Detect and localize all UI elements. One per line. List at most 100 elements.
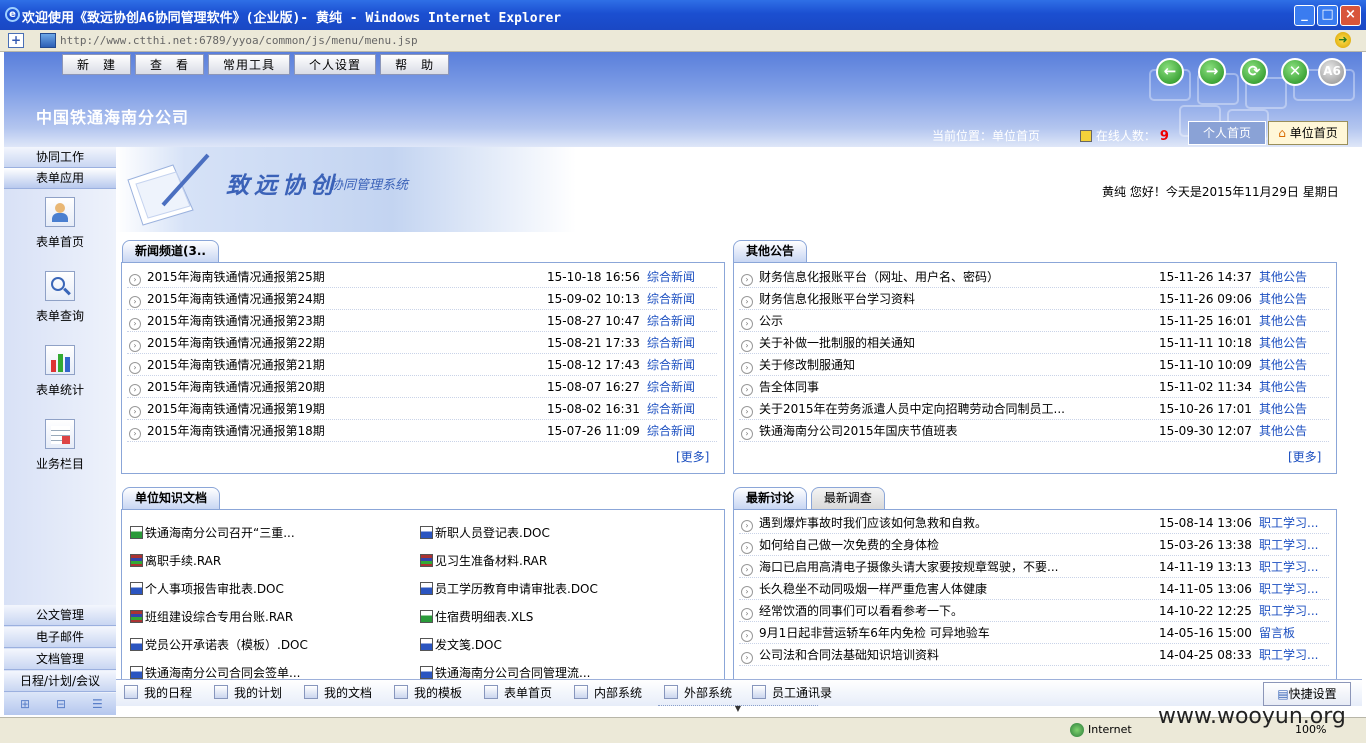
sidebar-item-business-column[interactable]: 业务栏目 bbox=[20, 419, 100, 472]
news-tab[interactable]: 新闻频道(3.. bbox=[122, 240, 219, 262]
shortcut-internal-system[interactable]: 内部系统 bbox=[574, 684, 642, 701]
item-category[interactable]: 综合新闻 bbox=[647, 354, 695, 376]
list-item[interactable]: › 2015年海南铁通情况通报第20期 15-08-07 16:27 综合新闻 bbox=[127, 376, 717, 398]
shortcut-my-plan[interactable]: 我的计划 bbox=[214, 684, 282, 701]
item-title[interactable]: 2015年海南铁通情况通报第20期 bbox=[147, 376, 325, 398]
item-title[interactable]: 如何给自己做一次免费的全身体检 bbox=[759, 534, 939, 556]
minimize-button[interactable]: _ bbox=[1294, 5, 1315, 26]
doc-name[interactable]: 发文笺.DOC bbox=[435, 638, 502, 652]
item-title[interactable]: 长久稳坐不动同吸烟一样严重危害人体健康 bbox=[759, 578, 987, 600]
item-title[interactable]: 公示 bbox=[759, 310, 783, 332]
sidebar-item-form-home[interactable]: 表单首页 bbox=[20, 197, 100, 250]
unit-home-tab[interactable]: ⌂ 单位首页 bbox=[1268, 121, 1348, 145]
doc-item[interactable]: 个人事项报告审批表.DOC bbox=[130, 580, 284, 597]
item-title[interactable]: 2015年海南铁通情况通报第21期 bbox=[147, 354, 325, 376]
sidebar-section-official-docs[interactable]: 公文管理 bbox=[4, 605, 116, 626]
doc-item[interactable]: 铁通海南分公司召开“三重... bbox=[130, 524, 295, 541]
list-item[interactable]: › 公示 15-11-25 16:01 其他公告 bbox=[739, 310, 1329, 332]
item-title[interactable]: 2015年海南铁通情况通报第24期 bbox=[147, 288, 325, 310]
speaker-icon[interactable] bbox=[1080, 130, 1092, 142]
list-item[interactable]: › 2015年海南铁通情况通报第25期 15-10-18 16:56 综合新闻 bbox=[127, 266, 717, 288]
latest-survey-tab[interactable]: 最新调查 bbox=[810, 487, 885, 509]
list-item[interactable]: › 2015年海南铁通情况通报第19期 15-08-02 16:31 综合新闻 bbox=[127, 398, 717, 420]
doc-name[interactable]: 铁通海南分公司合同管理流... bbox=[435, 666, 590, 680]
item-title[interactable]: 遇到爆炸事故时我们应该如何急救和自救。 bbox=[759, 512, 987, 534]
doc-name[interactable]: 党员公开承诺表（模板）.DOC bbox=[145, 638, 308, 652]
news-more-link[interactable]: [更多] bbox=[676, 448, 709, 465]
doc-item[interactable]: 离职手续.RAR bbox=[130, 552, 221, 569]
item-title[interactable]: 财务信息化报账平台（网址、用户名、密码） bbox=[759, 266, 999, 288]
list-item[interactable]: › 告全体同事 15-11-02 11:34 其他公告 bbox=[739, 376, 1329, 398]
shortcut-my-docs[interactable]: 我的文档 bbox=[304, 684, 372, 701]
item-category[interactable]: 职工学习... bbox=[1259, 512, 1318, 534]
item-title[interactable]: 公司法和合同法基础知识培训资料 bbox=[759, 644, 939, 666]
list-item[interactable]: › 关于修改制服通知 15-11-10 10:09 其他公告 bbox=[739, 354, 1329, 376]
add-favorite-icon[interactable]: + bbox=[8, 33, 24, 48]
item-title[interactable]: 2015年海南铁通情况通报第18期 bbox=[147, 420, 325, 442]
doc-item[interactable]: 见习生准备材料.RAR bbox=[420, 552, 547, 569]
item-title[interactable]: 海口已启用高清电子摄像头请大家要按规章驾驶，不要... bbox=[759, 556, 1058, 578]
item-title[interactable]: 2015年海南铁通情况通报第25期 bbox=[147, 266, 325, 288]
list-item[interactable]: › 海口已启用高清电子摄像头请大家要按规章驾驶，不要... 14-11-19 13:… bbox=[739, 556, 1329, 578]
doc-item[interactable]: 新职人员登记表.DOC bbox=[420, 524, 550, 541]
close-circle-icon[interactable]: ✕ bbox=[1281, 58, 1309, 86]
sidebar-section-schedule[interactable]: 日程/计划/会议 bbox=[4, 671, 116, 692]
shortcut-my-schedule[interactable]: 我的日程 bbox=[124, 684, 192, 701]
list-item[interactable]: › 关于补做一批制服的相关通知 15-11-11 10:18 其他公告 bbox=[739, 332, 1329, 354]
list-item[interactable]: › 经常饮酒的同事们可以看看参考一下。 14-10-22 12:25 职工学习... bbox=[739, 600, 1329, 622]
notices-more-link[interactable]: [更多] bbox=[1288, 448, 1321, 465]
collapse-icon[interactable]: ⊟ bbox=[56, 697, 66, 711]
list-item[interactable]: › 9月1日起非营运轿车6年内免检 可异地验车 14-05-16 15:00 留言板 bbox=[739, 622, 1329, 644]
list-item[interactable]: › 铁通海南分公司2015年国庆节值班表 15-09-30 12:07 其他公告 bbox=[739, 420, 1329, 442]
sidebar-section-doc-management[interactable]: 文档管理 bbox=[4, 649, 116, 670]
item-category[interactable]: 其他公告 bbox=[1259, 376, 1307, 398]
menu-personal-settings[interactable]: 个人设置 bbox=[294, 54, 377, 75]
a6-logo-icon[interactable]: A6 bbox=[1318, 58, 1346, 86]
shortcut-form-home[interactable]: 表单首页 bbox=[484, 684, 552, 701]
menu-view[interactable]: 查 看 bbox=[135, 54, 205, 75]
item-category[interactable]: 综合新闻 bbox=[647, 420, 695, 442]
doc-name[interactable]: 铁通海南分公司合同会签单... bbox=[145, 666, 300, 680]
item-category[interactable]: 综合新闻 bbox=[647, 310, 695, 332]
item-title[interactable]: 告全体同事 bbox=[759, 376, 819, 398]
doc-item[interactable]: 住宿费明细表.XLS bbox=[420, 608, 533, 625]
doc-item[interactable]: 党员公开承诺表（模板）.DOC bbox=[130, 636, 308, 653]
close-button[interactable]: × bbox=[1340, 5, 1361, 26]
url-field[interactable]: http://www.ctthi.net:6789/yyoa/common/js… bbox=[60, 34, 418, 47]
item-category[interactable]: 其他公告 bbox=[1259, 332, 1307, 354]
menu-new[interactable]: 新 建 bbox=[62, 54, 132, 75]
list-item[interactable]: › 遇到爆炸事故时我们应该如何急救和自救。 15-08-14 13:06 职工学习..… bbox=[739, 512, 1329, 534]
doc-item[interactable]: 员工学历教育申请审批表.DOC bbox=[420, 580, 598, 597]
menu-tools[interactable]: 常用工具 bbox=[208, 54, 291, 75]
item-title[interactable]: 关于修改制服通知 bbox=[759, 354, 855, 376]
item-title[interactable]: 9月1日起非营运轿车6年内免检 可异地验车 bbox=[759, 622, 990, 644]
list-item[interactable]: › 长久稳坐不动同吸烟一样严重危害人体健康 14-11-05 13:06 职工学习..… bbox=[739, 578, 1329, 600]
item-category[interactable]: 其他公告 bbox=[1259, 310, 1307, 332]
item-title[interactable]: 关于2015年在劳务派遣人员中定向招聘劳动合同制员工... bbox=[759, 398, 1065, 420]
list-item[interactable]: › 公司法和合同法基础知识培训资料 14-04-25 08:33 职工学习... bbox=[739, 644, 1329, 666]
item-category[interactable]: 职工学习... bbox=[1259, 644, 1318, 666]
item-title[interactable]: 2015年海南铁通情况通报第19期 bbox=[147, 398, 325, 420]
doc-name[interactable]: 离职手续.RAR bbox=[145, 554, 221, 568]
notices-tab[interactable]: 其他公告 bbox=[733, 240, 808, 262]
item-title[interactable]: 2015年海南铁通情况通报第23期 bbox=[147, 310, 325, 332]
doc-name[interactable]: 住宿费明细表.XLS bbox=[435, 610, 533, 624]
item-category[interactable]: 职工学习... bbox=[1259, 534, 1318, 556]
item-category[interactable]: 其他公告 bbox=[1259, 354, 1307, 376]
online-count[interactable]: 9 bbox=[1160, 129, 1169, 144]
item-category[interactable]: 综合新闻 bbox=[647, 288, 695, 310]
item-title[interactable]: 财务信息化报账平台学习资料 bbox=[759, 288, 915, 310]
doc-item[interactable]: 班组建设综合专用台账.RAR bbox=[130, 608, 293, 625]
knowledge-tab[interactable]: 单位知识文档 bbox=[122, 487, 221, 509]
latest-discussion-tab[interactable]: 最新讨论 bbox=[733, 487, 808, 509]
item-category[interactable]: 综合新闻 bbox=[647, 266, 695, 288]
doc-name[interactable]: 班组建设综合专用台账.RAR bbox=[145, 610, 293, 624]
item-category[interactable]: 职工学习... bbox=[1259, 578, 1318, 600]
sidebar-section-email[interactable]: 电子邮件 bbox=[4, 627, 116, 648]
list-item[interactable]: › 2015年海南铁通情况通报第23期 15-08-27 10:47 综合新闻 bbox=[127, 310, 717, 332]
list-item[interactable]: › 2015年海南铁通情况通报第18期 15-07-26 11:09 综合新闻 bbox=[127, 420, 717, 442]
item-category[interactable]: 综合新闻 bbox=[647, 376, 695, 398]
go-icon[interactable]: ➜ bbox=[1335, 32, 1351, 48]
doc-name[interactable]: 见习生准备材料.RAR bbox=[435, 554, 547, 568]
doc-item[interactable]: 发文笺.DOC bbox=[420, 636, 502, 653]
